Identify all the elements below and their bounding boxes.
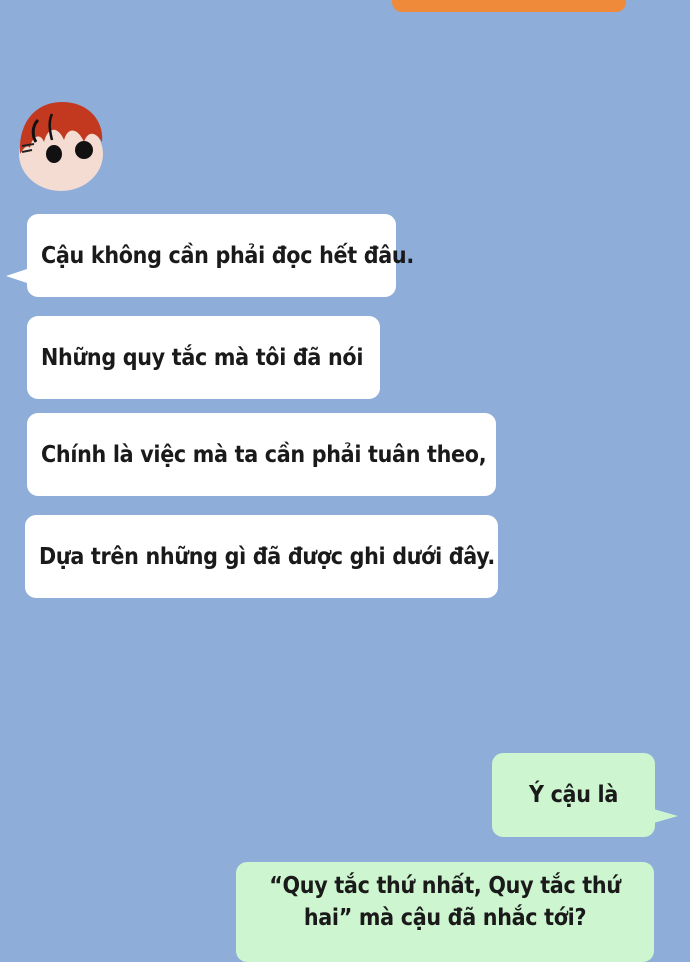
previous-message-bubble: [392, 0, 626, 12]
outgoing-bubble-tail: [650, 808, 678, 824]
avatar-icon: [19, 102, 103, 191]
incoming-message-3[interactable]: Chính là việc mà ta cần phải tuân theo,: [27, 413, 496, 496]
incoming-message-1[interactable]: Cậu không cần phải đọc hết đâu.: [27, 214, 414, 297]
character-avatar[interactable]: [18, 102, 104, 192]
incoming-message-2[interactable]: Những quy tắc mà tôi đã nói: [27, 316, 380, 399]
outgoing-message-1[interactable]: Ý cậu là: [492, 753, 655, 837]
outgoing-message-2[interactable]: “Quy tắc thứ nhất, Quy tắc thứ hai” mà c…: [236, 862, 654, 962]
incoming-message-4[interactable]: Dựa trên những gì đã được ghi dưới đây.: [25, 515, 498, 598]
